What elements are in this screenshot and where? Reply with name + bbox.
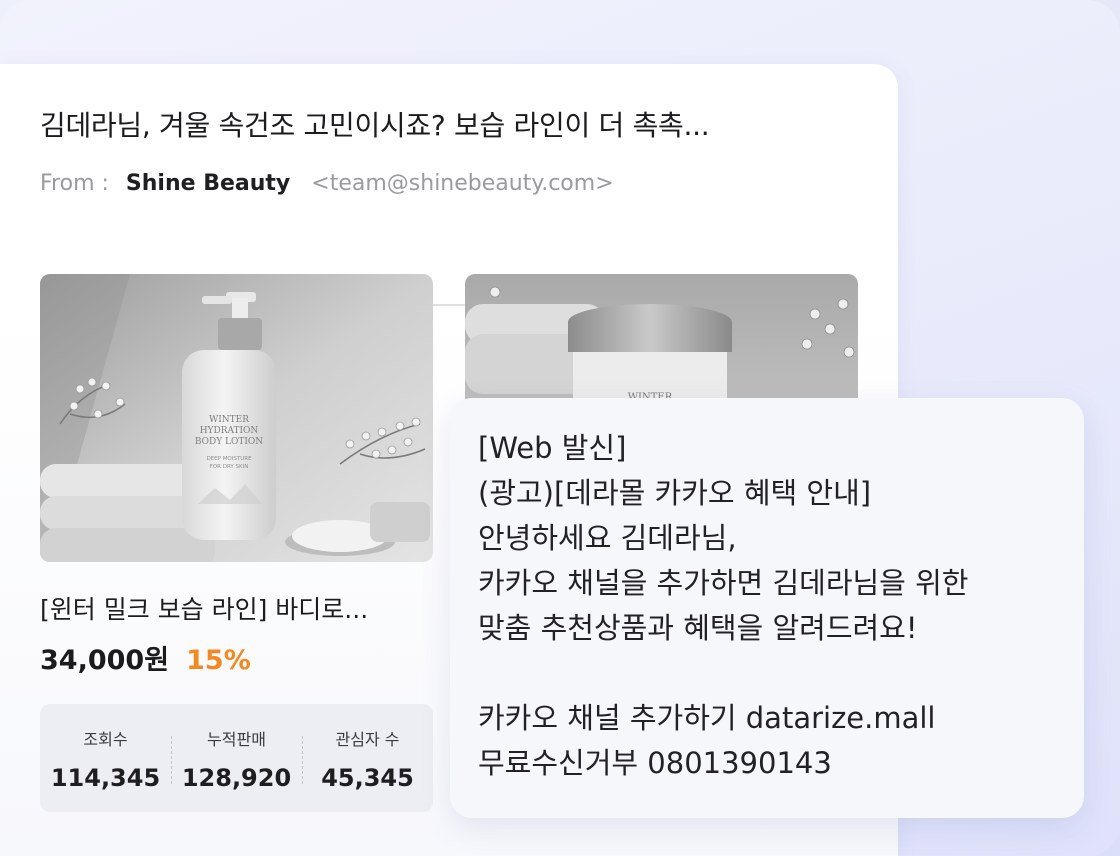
sender-name: Shine Beauty [125,171,291,196]
email-subject: 김데라님, 겨울 속건조 고민이시죠? 보습 라인이 더 촉촉... [40,109,710,142]
svg-text:FOR DRY SKIN: FOR DRY SKIN [210,464,249,470]
kakao-message-bubble: [Web 발신] (광고)[데라몰 카카오 혜택 안내] 안녕하세요 김데라님,… [450,398,1084,818]
discount-rate: 15% [186,645,251,676]
stat-total-sales: 누적판매 128,920 [171,704,302,812]
email-sender-row: From : Shine Beauty <team@shinebeauty.co… [40,171,614,196]
from-label: From : [40,171,109,196]
svg-text:DEEP MOISTURE: DEEP MOISTURE [206,456,252,462]
stat-label: 조회수 [83,730,128,749]
message-text: [Web 발신] (광고)[데라몰 카카오 혜택 안내] 안녕하세요 김데라님,… [478,431,969,780]
stat-value: 114,345 [50,764,161,792]
price-row: 34,000원 15% [40,638,251,677]
stat-interested: 관심자 수 45,345 [302,704,433,812]
stat-label: 누적판매 [207,730,266,749]
stat-value: 45,345 [321,764,414,792]
product-stats: 조회수 114,345 누적판매 128,920 관심자 수 45,345 [40,704,433,812]
stat-label: 관심자 수 [335,730,400,749]
product-price: 34,000원 [40,645,170,676]
stat-value: 128,920 [181,764,292,792]
product-name[interactable]: [윈터 밀크 보습 라인] 바디로... [40,590,368,626]
product-image-body-lotion[interactable]: WINTER HYDRATION BODY LOTION DEEP MOISTURE… [40,274,433,562]
stat-views: 조회수 114,345 [40,704,171,812]
sender-email[interactable]: <team@shinebeauty.com> [311,171,613,196]
